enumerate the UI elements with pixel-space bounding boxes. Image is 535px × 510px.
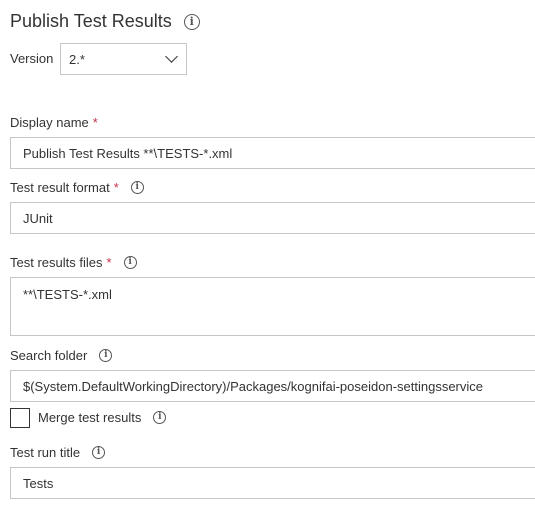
test-result-format-label-text: Test result format [10,180,110,195]
test-run-title-label-text: Test run title [10,445,81,460]
display-name-value: Publish Test Results **\TESTS-*.xml [23,145,233,161]
info-icon[interactable]: i [130,181,144,194]
info-icon[interactable]: i [99,349,113,362]
search-folder-value: $(System.DefaultWorkingDirectory)/Packag… [23,378,484,394]
info-icon[interactable]: i [153,411,167,424]
merge-test-results-label: Merge test results i [38,410,167,425]
test-results-files-label-text: Test results files [10,255,103,270]
required-marker: * [113,180,119,195]
test-result-format-value: JUnit [23,210,53,226]
test-run-title-value: Tests [23,475,54,491]
test-results-files-textarea[interactable]: **\TESTS-*.xml [10,277,535,336]
test-result-format-select[interactable]: JUnit [10,202,535,234]
test-results-files-value: **\TESTS-*.xml [23,287,112,302]
test-run-title-input[interactable]: Tests [10,467,535,499]
task-title-text: Publish Test Results [10,11,172,31]
version-dropdown[interactable]: 2.* [60,43,187,75]
info-icon[interactable]: i [92,446,106,459]
display-name-label-text: Display name [10,115,89,130]
display-name-label: Display name * [10,115,98,130]
search-folder-input[interactable]: $(System.DefaultWorkingDirectory)/Packag… [10,370,535,402]
required-marker: * [106,255,112,270]
merge-test-results-checkbox[interactable] [10,408,30,428]
test-result-format-label: Test result format * i [10,180,144,195]
merge-test-results-label-text: Merge test results [38,410,142,425]
version-label-text: Version [10,51,54,66]
info-icon[interactable]: i [183,13,200,30]
test-results-files-label: Test results files * i [10,255,137,270]
search-folder-label: Search folder i [10,348,113,363]
version-label: Version [10,51,53,66]
version-value: 2.* [69,51,85,67]
chevron-down-icon [165,50,178,63]
search-folder-label-text: Search folder [10,348,88,363]
required-marker: * [92,115,98,130]
task-title: Publish Test Results i [10,11,200,32]
test-run-title-label: Test run title i [10,445,106,460]
display-name-input[interactable]: Publish Test Results **\TESTS-*.xml [10,137,535,169]
info-icon[interactable]: i [123,256,137,269]
